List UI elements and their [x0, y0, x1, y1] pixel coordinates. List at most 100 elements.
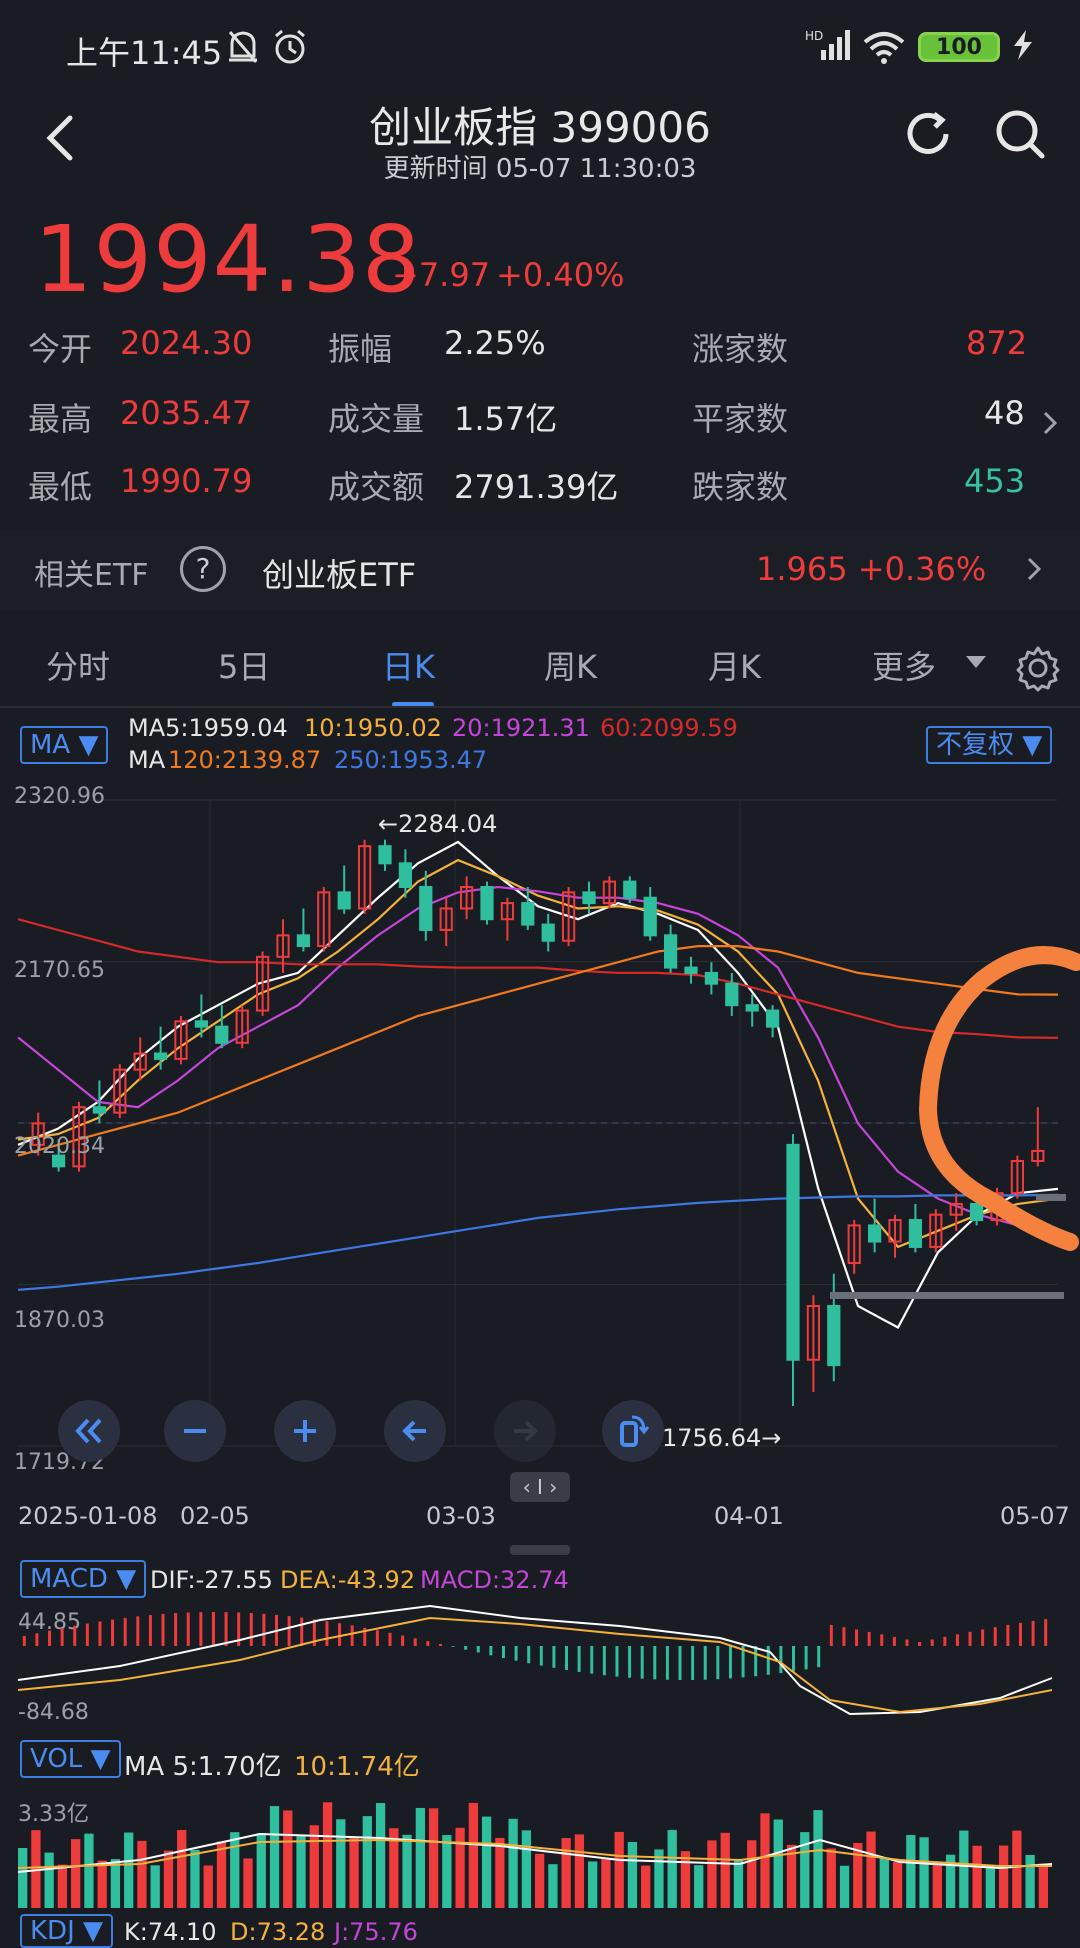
- candle-body: [745, 1004, 759, 1012]
- volume-bar: [322, 1802, 333, 1908]
- volume-bar: [574, 1834, 585, 1908]
- vol-ma5: MA 5:1.70亿: [124, 1752, 282, 1782]
- stat-label: 最低: [28, 468, 93, 506]
- double-chevron-left-icon: [75, 1418, 102, 1444]
- volume-bar: [428, 1808, 439, 1908]
- triangle-down-icon[interactable]: [964, 652, 988, 676]
- x-tick: 02-05: [180, 1502, 250, 1530]
- volume-bar: [481, 1816, 492, 1908]
- candle-body: [867, 1224, 882, 1243]
- candle-body: [398, 862, 413, 888]
- x-tick: 03-03: [426, 1502, 496, 1530]
- candle-body: [786, 1143, 800, 1361]
- etf-value: 1.965 +0.36%: [756, 550, 987, 588]
- ma60-value: 60:2099.59: [600, 714, 738, 742]
- tab-5day[interactable]: 5日: [218, 642, 270, 688]
- period-tabs: 分时 5日 日K 周K 月K 更多: [0, 632, 1080, 712]
- tab-monthly-k[interactable]: 月K: [708, 642, 761, 688]
- volume-bar: [694, 1865, 704, 1908]
- arrow-left-icon: [402, 1420, 426, 1442]
- volume-bar: [375, 1803, 386, 1908]
- volume-bar: [84, 1833, 94, 1908]
- volume-bar: [892, 1862, 903, 1908]
- macd-selector[interactable]: MACD ▼: [20, 1560, 147, 1598]
- volume-bar: [733, 1859, 744, 1908]
- macd-chart[interactable]: [0, 1600, 1080, 1730]
- volume-bar: [667, 1830, 677, 1908]
- tab-weekly-k[interactable]: 周K: [544, 642, 597, 688]
- macd-value: MACD:32.74: [420, 1566, 569, 1594]
- ma-selector[interactable]: MA ▼: [20, 726, 109, 764]
- scroll-left-button[interactable]: [384, 1400, 446, 1462]
- stat-value: 1990.79: [120, 462, 253, 500]
- volume-bar: [269, 1806, 280, 1908]
- stat-label: 振幅: [328, 330, 393, 368]
- volume-bar: [455, 1827, 465, 1908]
- battery-indicator: 100: [918, 32, 1000, 62]
- stat-value: 2791.39亿: [454, 468, 619, 506]
- chevron-right-icon[interactable]: [1024, 554, 1044, 588]
- candle-body: [153, 1052, 168, 1060]
- volume-bar: [998, 1845, 1009, 1908]
- ma20-value: 20:1921.31: [452, 714, 590, 742]
- zoom-out-button[interactable]: [164, 1400, 226, 1462]
- resistance-line: [1036, 1194, 1066, 1201]
- stat-label: 成交量: [328, 400, 425, 438]
- volume-bar: [150, 1865, 160, 1908]
- volume-chart[interactable]: [0, 1780, 1080, 1910]
- volume-bar: [495, 1837, 505, 1908]
- volume-bar: [866, 1831, 876, 1908]
- macd-dea: DEA:-43.92: [280, 1566, 416, 1594]
- scroll-right-button[interactable]: [494, 1400, 556, 1462]
- fast-rewind-button[interactable]: [58, 1400, 120, 1462]
- tab-more[interactable]: 更多: [872, 642, 936, 688]
- stat-value: 453: [964, 462, 1026, 500]
- candle-body: [92, 1106, 107, 1114]
- rotate-icon: [620, 1415, 650, 1447]
- kdj-selector[interactable]: KDJ ▼: [20, 1914, 113, 1948]
- candle-body: [765, 1009, 780, 1028]
- kdj-d: D:73.28: [230, 1918, 326, 1946]
- volume-bar: [296, 1836, 306, 1908]
- related-etf-row[interactable]: 相关ETF ? 创业板ETF 1.965 +0.36%: [0, 530, 1080, 610]
- gear-icon[interactable]: [1014, 644, 1062, 696]
- volume-bar: [283, 1810, 293, 1908]
- volume-bar: [707, 1840, 717, 1908]
- help-icon[interactable]: ?: [180, 546, 226, 592]
- volume-bar: [402, 1834, 412, 1908]
- kline-chart[interactable]: [0, 770, 1080, 1500]
- rotate-screen-button[interactable]: [602, 1400, 664, 1462]
- y-tick: 2170.65: [14, 958, 105, 983]
- plus-icon: [294, 1420, 316, 1442]
- search-icon[interactable]: [992, 106, 1048, 166]
- y-tick: 2320.96: [14, 784, 105, 809]
- panel-resize-handle[interactable]: [510, 1545, 570, 1555]
- volume-bar: [124, 1832, 134, 1908]
- tab-intraday[interactable]: 分时: [46, 642, 110, 688]
- volume-bar: [813, 1810, 823, 1908]
- ma-line-ma250: [17, 1193, 1059, 1291]
- adjust-selector[interactable]: 不复权 ▼: [926, 726, 1053, 764]
- chevron-right-icon[interactable]: [1040, 408, 1060, 442]
- volume-bar: [203, 1865, 213, 1908]
- volume-bar: [216, 1841, 227, 1908]
- stat-label: 最高: [28, 400, 93, 438]
- stat-label: 跌家数: [692, 468, 789, 506]
- kdj-j: J:75.76: [334, 1918, 418, 1946]
- arrow-right-icon: [514, 1420, 538, 1442]
- volume-bar: [641, 1865, 651, 1908]
- candle-body: [337, 891, 351, 910]
- refresh-icon[interactable]: [900, 106, 956, 166]
- tab-daily-k[interactable]: 日K: [382, 642, 435, 688]
- chart-scroll-handle[interactable]: ‹ I ›: [510, 1472, 570, 1502]
- low-marker: 1756.64→: [662, 1424, 782, 1452]
- volume-bar: [177, 1830, 187, 1908]
- volume-bar: [747, 1840, 757, 1908]
- volume-bar: [720, 1832, 730, 1908]
- volume-bar: [243, 1858, 253, 1908]
- vol-selector[interactable]: VOL ▼: [20, 1740, 121, 1778]
- volume-bar: [137, 1840, 147, 1908]
- etf-name: 创业板ETF: [262, 556, 417, 594]
- stat-value: 48: [984, 394, 1025, 432]
- zoom-in-button[interactable]: [274, 1400, 336, 1462]
